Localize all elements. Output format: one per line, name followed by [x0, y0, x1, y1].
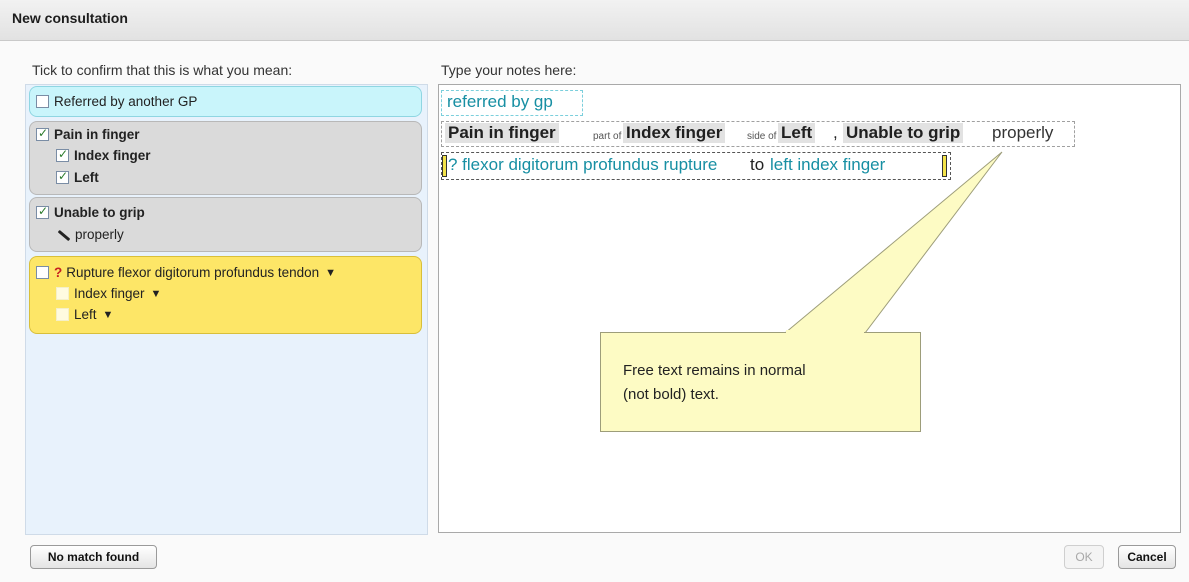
callout-line-1: Free text remains in normal	[623, 362, 806, 379]
ok-button[interactable]: OK	[1064, 545, 1104, 569]
callout-note: Free text remains in normal (not bold) t…	[600, 332, 921, 432]
no-match-found-button[interactable]: No match found	[30, 545, 157, 569]
callout-join	[786, 330, 864, 334]
callout-pointer	[783, 151, 1003, 334]
callout-line-2: (not bold) text.	[623, 386, 719, 403]
cancel-button[interactable]: Cancel	[1118, 545, 1176, 569]
